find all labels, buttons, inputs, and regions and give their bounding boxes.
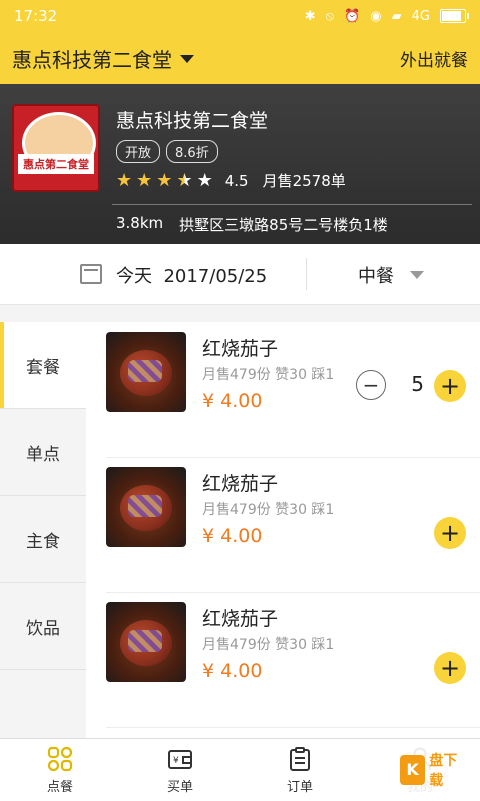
store-rating: ★ ★ ★ ★ ★ 4.5 月售2578单 (116, 170, 346, 191)
svg-text:¥: ¥ (173, 756, 179, 766)
list-item[interactable]: 红烧茄子 月售479份 赞30 踩1 ¥ 4.00 + (106, 457, 480, 593)
bluetooth-icon: ✱ (304, 8, 316, 24)
tab-orders[interactable]: 订单 (240, 739, 360, 801)
category-item-staple[interactable]: 主食 (0, 496, 86, 583)
clipboard-icon (290, 746, 310, 771)
store-name: 惠点科技第二食堂 (116, 110, 269, 132)
decrease-button[interactable]: − (356, 370, 386, 400)
dish-image (106, 332, 186, 412)
grid-icon (47, 746, 73, 771)
status-time: 17:32 (14, 7, 58, 25)
tab-pay[interactable]: ¥ 买单 (120, 739, 240, 801)
discount-badge: 8.6折 (166, 140, 218, 163)
dish-price: ¥ 4.00 (202, 525, 263, 547)
store-location: 3.8km 拱墅区三墩路85号二号楼负1楼 (116, 214, 388, 235)
store-distance: 3.8km (116, 214, 164, 232)
wifi-icon: ◉ (370, 8, 382, 24)
tab-order[interactable]: 点餐 (0, 739, 120, 801)
chevron-down-icon[interactable] (410, 271, 424, 279)
status-bar: 17:32 ✱ ⦸ ⏰ ◉ ▰ 4G (0, 0, 480, 32)
store-header: 惠点第二食堂 惠点科技第二食堂 开放 8.6折 ★ ★ ★ ★ ★ 4.5 月售… (0, 84, 480, 244)
status-badge: 开放 (116, 140, 161, 163)
alarm-icon: ⏰ (344, 8, 361, 24)
date-meal-bar: 今天 2017/05/25 中餐 (0, 244, 480, 305)
divider (112, 204, 472, 205)
tab-label: 买单 (166, 779, 193, 795)
meal-selector[interactable]: 中餐 (358, 262, 394, 288)
category-item-drinks[interactable]: 饮品 (0, 583, 86, 670)
store-address[interactable]: 拱墅区三墩路85号二号楼负1楼 (179, 214, 388, 235)
watermark-icon: K (400, 755, 426, 785)
dish-name: 红烧茄子 (202, 338, 279, 360)
tab-label: 点餐 (46, 779, 73, 795)
dish-name: 红烧茄子 (202, 473, 279, 495)
dish-image (106, 602, 186, 682)
rating-score: 4.5 (224, 171, 249, 190)
today-label: 今天 (116, 266, 152, 287)
chevron-down-icon (180, 55, 194, 63)
battery-icon (440, 9, 469, 23)
list-item[interactable]: 红烧茄子 月售479份 赞30 踩1 ¥ 4.00 − 5 + (106, 322, 480, 458)
divider (306, 258, 307, 290)
star-icon: ★ (156, 170, 173, 191)
date-value: 2017/05/25 (163, 266, 268, 287)
dish-name: 红烧茄子 (202, 608, 279, 630)
signal-icon: ▰ (391, 8, 402, 24)
add-button[interactable]: + (434, 370, 466, 402)
network-label: 4G (411, 8, 430, 24)
canteen-title: 惠点科技第二食堂 (12, 47, 172, 72)
tab-label: 订单 (286, 779, 313, 795)
half-star-icon: ★ (176, 170, 193, 191)
star-icon: ★ (136, 170, 153, 191)
watermark-logo: K 盘下载 (396, 746, 474, 794)
dish-image (106, 467, 186, 547)
date-selector[interactable]: 今天 2017/05/25 (116, 262, 267, 288)
dish-stats: 月售479份 赞30 踩1 (202, 502, 335, 518)
wallet-icon: ¥ (168, 749, 192, 769)
top-bar: 惠点科技第二食堂 外出就餐 (0, 32, 480, 84)
dish-price: ¥ 4.00 (202, 390, 263, 412)
dish-stats: 月售479份 赞30 踩1 (202, 637, 335, 653)
category-item-single[interactable]: 单点 (0, 409, 86, 496)
logo-text: 惠点第二食堂 (18, 154, 94, 174)
takeout-link[interactable]: 外出就餐 (400, 46, 468, 71)
store-logo: 惠点第二食堂 (12, 104, 100, 192)
empty-star-icon: ★ (196, 170, 213, 191)
quantity-value: 5 (411, 372, 424, 396)
category-sidebar: 套餐 单点 主食 饮品 (0, 322, 86, 738)
dish-list: 红烧茄子 月售479份 赞30 踩1 ¥ 4.00 − 5 + 红烧茄子 月售4… (86, 322, 480, 738)
status-icons: ✱ ⦸ ⏰ ◉ ▰ 4G (304, 8, 469, 24)
watermark-text: 盘下载 (429, 753, 458, 789)
add-button[interactable]: + (434, 517, 466, 549)
category-item-set-meal[interactable]: 套餐 (0, 322, 86, 409)
store-tags: 开放 8.6折 (116, 140, 218, 163)
calendar-icon[interactable] (80, 264, 102, 284)
mute-icon: ⦸ (325, 8, 335, 24)
add-button[interactable]: + (434, 652, 466, 684)
canteen-selector[interactable]: 惠点科技第二食堂 (12, 44, 194, 73)
monthly-orders: 月售2578单 (262, 172, 346, 190)
star-icon: ★ (116, 170, 133, 191)
dish-stats: 月售479份 赞30 踩1 (202, 367, 335, 383)
list-item[interactable]: 红烧茄子 月售479份 赞30 踩1 ¥ 4.00 + (106, 592, 480, 728)
dish-price: ¥ 4.00 (202, 660, 263, 682)
